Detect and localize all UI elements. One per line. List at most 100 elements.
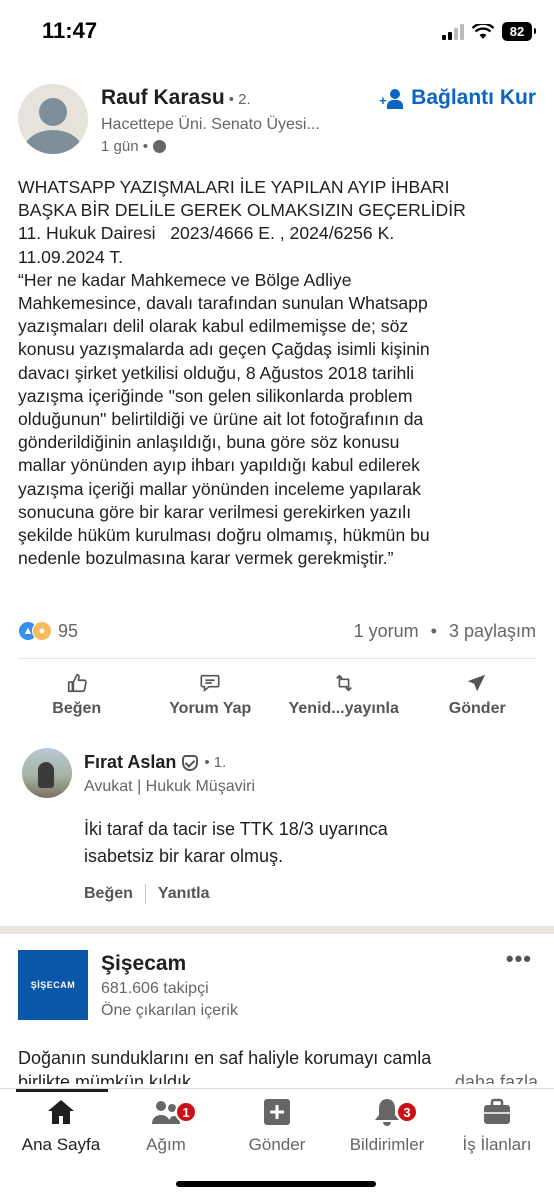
home-indicator — [176, 1181, 376, 1187]
tab-notifications[interactable]: Bildirimler 3 — [332, 1097, 442, 1155]
ad-text-line-clipped: birlikte mümkün kıldık daha fazla — [18, 1072, 538, 1084]
post-line: 11.09.2024 T. — [18, 246, 124, 267]
post-line: sonucuna göre bir karar verilmesi gereki… — [18, 501, 412, 522]
briefcase-icon — [484, 1098, 510, 1124]
add-person-icon: + — [379, 87, 405, 109]
comment-reply-button[interactable]: Yanıtla — [158, 885, 210, 903]
commenter-avatar[interactable] — [22, 748, 72, 798]
post-line: Mahkemesince, davalı tarafından sunulan … — [18, 293, 428, 314]
post-line: konusu yazışmalarda adı geçen Çağdaş isi… — [18, 339, 430, 360]
comment-like-button[interactable]: Beğen — [84, 885, 133, 903]
comment-line: İki taraf da tacir ise TTK 18/3 uyarınca — [84, 819, 388, 839]
cellular-signal-icon — [442, 23, 464, 40]
shares-count[interactable]: 3 paylaşım — [449, 621, 536, 641]
feed-separator — [0, 926, 554, 934]
tab-jobs[interactable]: İş İlanları — [442, 1097, 552, 1155]
comment-item: Fırat Aslan • 1. Avukat | Hukuk Müşaviri… — [22, 748, 536, 908]
commenter-name[interactable]: Fırat Aslan • 1. — [84, 752, 226, 773]
connection-degree: • 2. — [228, 91, 251, 108]
status-time: 11:47 — [42, 18, 98, 43]
comment-icon — [200, 674, 220, 693]
network-badge: 1 — [175, 1101, 197, 1123]
post-line: yazışma içeriği mallar yönünden inceleme… — [18, 478, 421, 499]
ad-text-line2: birlikte mümkün kıldık — [18, 1072, 192, 1084]
divider — [18, 658, 536, 659]
send-icon — [468, 674, 486, 692]
post-line: davacı şirket yetkilisi olduğu, 8 Ağusto… — [18, 362, 415, 383]
connect-button[interactable]: + Bağlantı Kur — [379, 86, 536, 110]
post-action-bar: Beğen Yorum Yap Yenid...yayınla Gönder — [0, 672, 554, 724]
reaction-icons[interactable]: ▲ ● — [18, 621, 52, 641]
comment-text: İki taraf da tacir ise TTK 18/3 uyarınca… — [84, 816, 388, 870]
globe-icon — [152, 140, 166, 153]
tab-notifications-label: Bildirimler — [349, 1135, 425, 1154]
commenter-headline: Avukat | Hukuk Müşaviri — [84, 778, 256, 795]
author-name[interactable]: Rauf Karasu • 2. — [101, 86, 251, 110]
company-followers: 681.606 takipçi — [101, 980, 209, 997]
author-avatar[interactable] — [18, 84, 88, 154]
like-button[interactable]: Beğen — [14, 672, 139, 724]
post-time-text: 1 gün • — [101, 138, 148, 155]
comments-count[interactable]: 1 yorum — [354, 621, 419, 641]
home-icon — [48, 1100, 74, 1124]
tab-home-label: Ana Sayfa — [21, 1135, 101, 1154]
verified-shield-icon — [182, 754, 199, 771]
tab-network-label: Ağım — [146, 1135, 186, 1154]
tab-post[interactable]: Gönder — [222, 1097, 332, 1155]
comment-actions: Beğen Yanıtla — [84, 884, 209, 904]
engagement-counts: 1 yorum • 3 paylaşım — [354, 621, 536, 642]
tab-home[interactable]: Ana Sayfa — [6, 1097, 116, 1155]
repost-button[interactable]: Yenid...yayınla — [281, 672, 406, 724]
repost-icon — [335, 674, 352, 692]
post-line: “Her ne kadar Mahkemece ve Bölge Adliye — [18, 269, 352, 290]
connect-label: Bağlantı Kur — [411, 86, 536, 109]
send-button[interactable]: Gönder — [415, 672, 540, 724]
post-line: şekilde hüküm kurulması doğru olmamış, h… — [18, 525, 430, 546]
promoted-label: Öne çıkarılan içerik — [101, 1002, 238, 1019]
battery-icon: 82 — [502, 22, 536, 41]
post-line: mallar yönünden ayıp ihbarı yapıldığı ka… — [18, 455, 420, 476]
tab-jobs-label: İş İlanları — [462, 1135, 532, 1154]
comment-label: Yorum Yap — [169, 700, 252, 717]
post-line: BAŞKA BİR DELİLE GEREK OLMAKSIZIN GEÇERL… — [18, 200, 466, 221]
more-options-icon[interactable]: ••• — [506, 946, 532, 972]
active-tab-indicator — [16, 1089, 108, 1092]
company-name[interactable]: Şişecam — [101, 952, 186, 976]
reaction-count[interactable]: 95 — [58, 621, 78, 642]
commenter-degree: • 1. — [204, 754, 227, 771]
author-name-text[interactable]: Rauf Karasu — [101, 86, 225, 109]
repost-label: Yenid...yayınla — [288, 700, 399, 717]
post-time: 1 gün • — [101, 138, 166, 155]
wifi-icon — [472, 23, 494, 39]
see-more-link[interactable]: daha fazla — [455, 1072, 538, 1084]
separator-dot: • — [430, 620, 437, 641]
post-line: nedenle bozulmasına karar vermek gerekmi… — [18, 548, 394, 569]
company-logo[interactable]: ŞİŞECAM — [18, 950, 88, 1020]
status-bar: 11:47 82 — [0, 0, 554, 64]
send-label: Gönder — [448, 700, 506, 717]
post-line: olduğunun" belirtildiği ve ürüne ait lot… — [18, 409, 424, 430]
commenter-name-text[interactable]: Fırat Aslan — [84, 752, 176, 773]
comment-line: isabetsiz bir karar olmuş. — [84, 846, 284, 866]
comment-button[interactable]: Yorum Yap — [148, 672, 273, 724]
like-label: Beğen — [52, 700, 102, 717]
notifications-badge: 3 — [396, 1101, 418, 1123]
thumbs-up-icon — [67, 673, 87, 693]
tab-network[interactable]: Ağım 1 — [111, 1097, 221, 1155]
comment-actions-divider — [144, 884, 146, 904]
bottom-nav: Ana Sayfa Ağım 1 Gönder Bildirimler 3 İş… — [0, 1088, 554, 1200]
company-logo-text: ŞİŞECAM — [30, 980, 76, 990]
social-counts: ▲ ● 95 1 yorum • 3 paylaşım — [18, 618, 536, 644]
tab-post-label: Gönder — [248, 1135, 306, 1154]
author-headline: Hacettepe Üni. Senato Üyesi... — [101, 116, 320, 133]
post-line: yazışma içeriğinde "son gelen silikonlar… — [18, 385, 413, 406]
post-line: 11. Hukuk Dairesi 2023/4666 E. , 2024/62… — [18, 223, 395, 244]
status-icons: 82 — [442, 22, 536, 41]
insightful-reaction-icon: ● — [32, 621, 52, 641]
post-header: Rauf Karasu • 2. Hacettepe Üni. Senato Üy… — [18, 84, 536, 164]
post-line: gönderildiğinin anlaşıldığı, buna göre s… — [18, 432, 400, 453]
post-line: WHATSAPP YAZIŞMALARI İLE YAPILAN AYIP İH… — [18, 177, 450, 197]
sponsored-post: ŞİŞECAM Şişecam 681.606 takipçi Öne çıka… — [18, 944, 538, 1084]
post-body: WHATSAPP YAZIŞMALARI İLE YAPILAN AYIP İH… — [18, 176, 538, 570]
ad-text-line: Doğanın sunduklarını en saf haliyle koru… — [18, 1048, 432, 1068]
